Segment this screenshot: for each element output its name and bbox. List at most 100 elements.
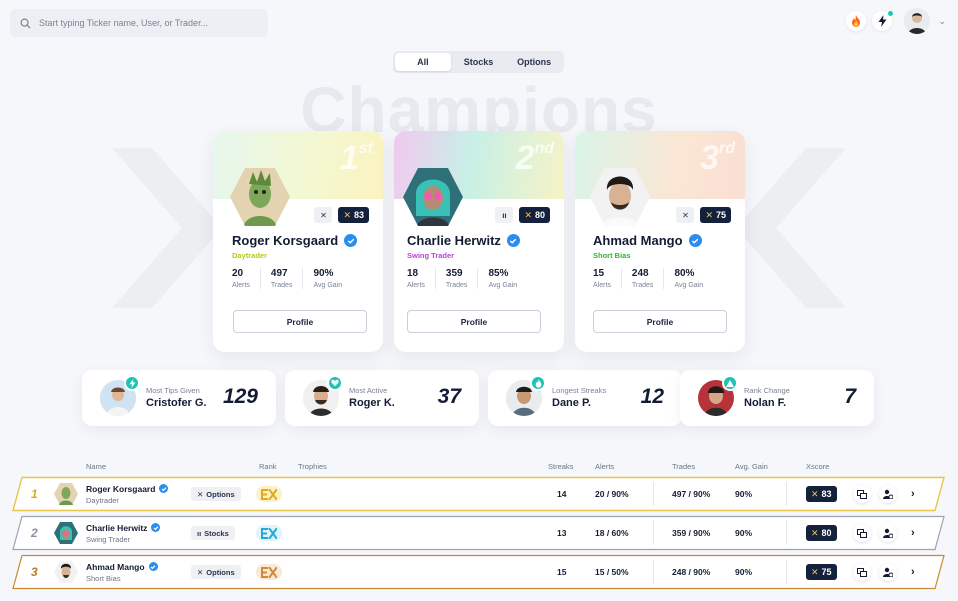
row-streaks: 14 [557, 489, 567, 499]
tab-all[interactable]: All [395, 53, 451, 71]
stat-avg-gain: 90% Avg Gain [313, 268, 343, 289]
follow-button[interactable] [879, 554, 897, 590]
row-market-pill: ıı Stocks [191, 515, 235, 551]
row-avg-gain: 90% [735, 567, 753, 577]
column-alerts: Alerts [595, 462, 615, 471]
trader-stats: 18 Alerts 359 Trades 85% Avg Gain [407, 268, 537, 289]
avatar [54, 515, 78, 551]
xscore-icon: ✕ [811, 488, 819, 499]
compare-icon [857, 567, 867, 577]
search-input[interactable] [39, 18, 259, 28]
row-streaks: 15 [557, 567, 567, 577]
highlight-caption: Most Tips Given [146, 386, 200, 395]
table-row[interactable]: 3 Ahmad Mango Short Bias ✕ Options 15 15 … [0, 554, 958, 590]
x-logo-right-decor [736, 148, 846, 308]
place-label: 1st [339, 139, 373, 177]
row-trader: Charlie Herwitz Swing Trader [86, 515, 161, 551]
column-rank: Rank [259, 462, 277, 471]
highlight-name: Roger K. [349, 397, 395, 409]
row-style: Swing Trader [86, 534, 131, 544]
rank-logo-icon [256, 515, 282, 551]
compare-icon [857, 528, 867, 538]
trader-avatar [590, 168, 650, 226]
stat-alerts: 20 Alerts [232, 268, 261, 289]
tab-options[interactable]: Options [506, 53, 562, 71]
tab-stocks[interactable]: Stocks [451, 53, 507, 71]
highlight-name: Cristofer G. [146, 397, 207, 409]
verified-icon [159, 484, 169, 493]
profile-button[interactable]: Profile [407, 310, 541, 333]
chevron-right-icon[interactable]: › [911, 476, 915, 512]
stat-alerts: 15 Alerts [593, 268, 622, 289]
search-icon [20, 18, 31, 29]
xscore-badge: ✕ 75 [700, 207, 731, 223]
column-name: Name [86, 462, 107, 471]
highlight-caption: Longest Streaks [552, 386, 607, 395]
follow-button[interactable] [879, 515, 897, 551]
highlight-longest-streaks[interactable]: Longest Streaks Dane P. 12 [488, 370, 682, 426]
chevron-right-icon[interactable]: › [911, 554, 915, 590]
chevron-right-icon[interactable]: › [911, 515, 915, 551]
row-trades: 497 / 90% [672, 489, 711, 499]
compare-button[interactable] [853, 476, 871, 512]
x-logo-left-decor [112, 148, 222, 308]
column-avg-gain: Avg. Gain [735, 462, 768, 471]
user-add-icon [883, 489, 893, 499]
row-name: Ahmad Mango [86, 561, 145, 572]
trader-style: Short Bias [593, 251, 631, 260]
row-trades: 359 / 90% [672, 528, 711, 538]
trader-avatar [403, 168, 463, 226]
chevron-down-icon[interactable]: ⌄ [938, 16, 946, 27]
streak-button[interactable] [846, 11, 867, 31]
table-row[interactable]: 1 Roger Korsgaard Daytrader ✕ Options 14 … [0, 476, 958, 512]
highlight-value: 129 [222, 385, 258, 408]
card-badges: ıı ✕ 80 [495, 207, 550, 223]
rank-logo-icon [256, 476, 282, 512]
highlight-most-tips[interactable]: Most Tips Given Cristofer G. 129 [82, 370, 276, 426]
row-market-pill: ✕ Options [191, 476, 241, 512]
stat-trades: 359 Trades [446, 268, 479, 289]
podium-card-second: 2nd ıı ✕ 80 Charlie Herwitz Swing Trader … [394, 131, 564, 352]
trader-avatar [230, 168, 290, 226]
market-icon: ✕ [197, 567, 204, 577]
xscore-icon: ✕ [524, 209, 532, 220]
compare-button[interactable] [853, 515, 871, 551]
xscore-icon: ✕ [705, 209, 713, 220]
profile-button[interactable]: Profile [233, 310, 367, 333]
rank-logo-icon [256, 554, 282, 590]
row-avg-gain: 90% [735, 489, 753, 499]
highlight-caption: Rank Change [744, 386, 790, 395]
table-row[interactable]: 2 Charlie Herwitz Swing Trader ıı Stocks … [0, 515, 958, 551]
follow-button[interactable] [879, 476, 897, 512]
user-add-icon [883, 528, 893, 538]
highlight-most-active[interactable]: Most Active Roger K. 37 [285, 370, 479, 426]
verified-icon [344, 234, 358, 247]
verified-icon [151, 523, 161, 532]
row-rank: 2 [31, 526, 38, 540]
highlight-name: Nolan F. [744, 397, 787, 409]
trader-style: Daytrader [232, 251, 268, 260]
xscore-badge: ✕ 80 [519, 207, 550, 223]
highlight-rank-change[interactable]: Rank Change Nolan F. 7 [680, 370, 874, 426]
stat-trades: 497 Trades [271, 268, 304, 289]
compare-button[interactable] [853, 554, 871, 590]
header-actions: ⌄ [846, 8, 946, 34]
row-trades: 248 / 90% [672, 567, 711, 577]
row-trader: Roger Korsgaard Daytrader [86, 476, 169, 512]
divider [786, 560, 787, 584]
activity-button[interactable] [872, 11, 894, 31]
bolt-icon [878, 15, 887, 27]
divider [653, 482, 654, 506]
xscore-icon: ✕ [811, 566, 819, 577]
profile-button[interactable]: Profile [593, 310, 727, 333]
row-alerts: 20 / 90% [595, 489, 629, 499]
row-style: Daytrader [86, 495, 119, 505]
trader-stats: 20 Alerts 497 Trades 90% Avg Gain [232, 268, 362, 289]
verified-icon [506, 234, 520, 247]
xscore-badge: ✕ 83 [338, 207, 369, 223]
search-bar[interactable] [10, 9, 268, 37]
trader-stats: 15 Alerts 248 Trades 80% Avg Gain [593, 268, 723, 289]
user-avatar[interactable] [904, 8, 931, 34]
market-icon: ✕ [197, 489, 204, 499]
row-xscore: ✕ 75 [806, 554, 837, 590]
